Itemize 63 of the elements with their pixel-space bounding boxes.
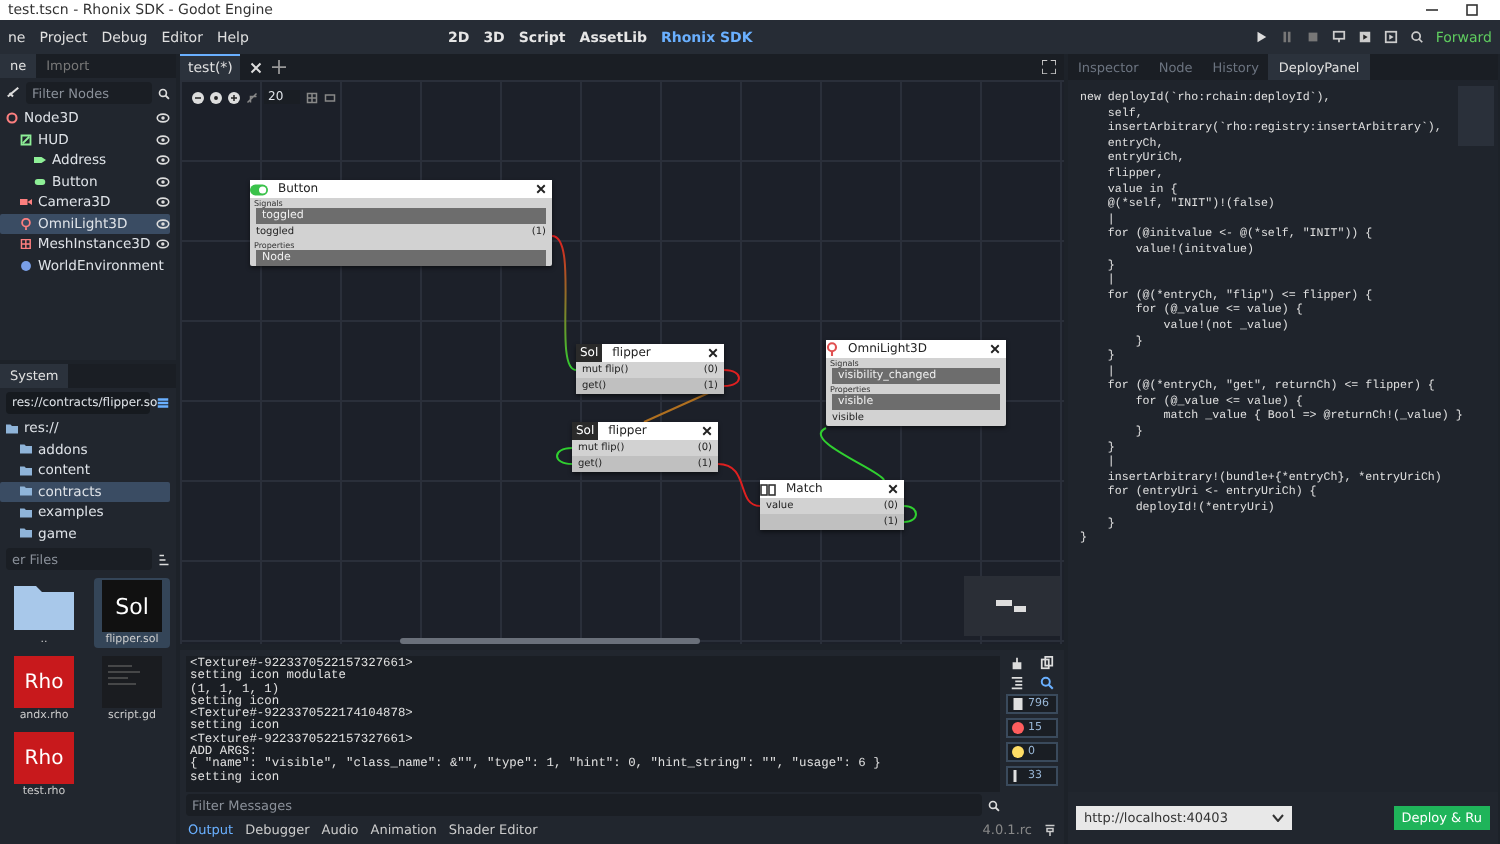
close-icon[interactable] [708, 348, 718, 358]
node-icon [34, 154, 46, 167]
node-icon [20, 259, 32, 272]
visibility-eye-icon[interactable] [156, 217, 170, 230]
warning-icon [1012, 746, 1024, 758]
sort-icon[interactable] [158, 553, 170, 565]
connection-wire [717, 463, 761, 507]
message-icon [1012, 698, 1024, 710]
visibility-eye-icon[interactable] [156, 112, 170, 125]
node-icon [20, 238, 32, 251]
file-thumbnail: Rho [14, 656, 74, 708]
remote-icon[interactable] [1331, 30, 1346, 44]
clear-icon[interactable] [1010, 656, 1025, 670]
pin-icon[interactable] [1044, 824, 1056, 836]
match-icon [760, 483, 776, 495]
close-icon[interactable] [536, 184, 546, 194]
grid-icon[interactable] [305, 91, 318, 103]
link-icon[interactable] [6, 86, 20, 100]
stop-icon[interactable] [1305, 30, 1320, 44]
connection-wire [820, 427, 885, 481]
visibility-eye-icon[interactable] [156, 175, 170, 188]
toggle-icon [250, 183, 268, 195]
fullscreen-icon[interactable] [1042, 60, 1056, 74]
pause-icon[interactable] [1279, 30, 1294, 44]
visibility-eye-icon[interactable] [156, 196, 170, 209]
add-tab-icon[interactable] [272, 60, 287, 74]
file-thumbnail: Rho [14, 732, 74, 784]
light-bulb-icon [826, 342, 838, 356]
connection-wire [556, 447, 573, 465]
zoom-reset-icon[interactable] [210, 91, 222, 103]
play-custom-icon[interactable] [1383, 30, 1398, 44]
play-scene-icon[interactable] [1357, 30, 1372, 44]
search-icon[interactable] [1039, 676, 1054, 690]
folder-icon [14, 580, 74, 632]
script-thumbnail [102, 656, 162, 708]
file-thumbnail: Sol [102, 580, 162, 632]
minimap[interactable] [964, 576, 1060, 636]
search-icon [158, 87, 170, 99]
node-icon [6, 112, 18, 125]
copy-icon[interactable] [1039, 656, 1054, 670]
connection-wire [903, 505, 917, 523]
close-icon[interactable] [888, 484, 898, 494]
error-icon [1012, 722, 1024, 734]
caret-icon [1272, 814, 1284, 822]
list-view-icon[interactable] [156, 396, 170, 410]
maximize-icon[interactable] [1464, 2, 1480, 18]
visibility-eye-icon[interactable] [156, 238, 170, 251]
close-icon[interactable] [990, 344, 1000, 354]
node-icon [20, 217, 32, 230]
node-preview-icon [992, 596, 1032, 616]
visibility-eye-icon[interactable] [156, 133, 170, 146]
close-icon[interactable] [702, 426, 712, 436]
play-icon[interactable] [1253, 30, 1268, 44]
node-icon [20, 196, 32, 209]
connection-wire [551, 235, 577, 371]
horizontal-scrollbar[interactable] [400, 638, 700, 644]
minimap-toggle-icon[interactable] [323, 91, 336, 103]
zoom-in-icon[interactable] [228, 91, 240, 103]
zoom-out-icon[interactable] [192, 91, 204, 103]
node-icon [20, 133, 32, 146]
search-icon [988, 799, 1000, 811]
collapse-icon[interactable] [1010, 676, 1025, 690]
visibility-eye-icon[interactable] [156, 154, 170, 167]
